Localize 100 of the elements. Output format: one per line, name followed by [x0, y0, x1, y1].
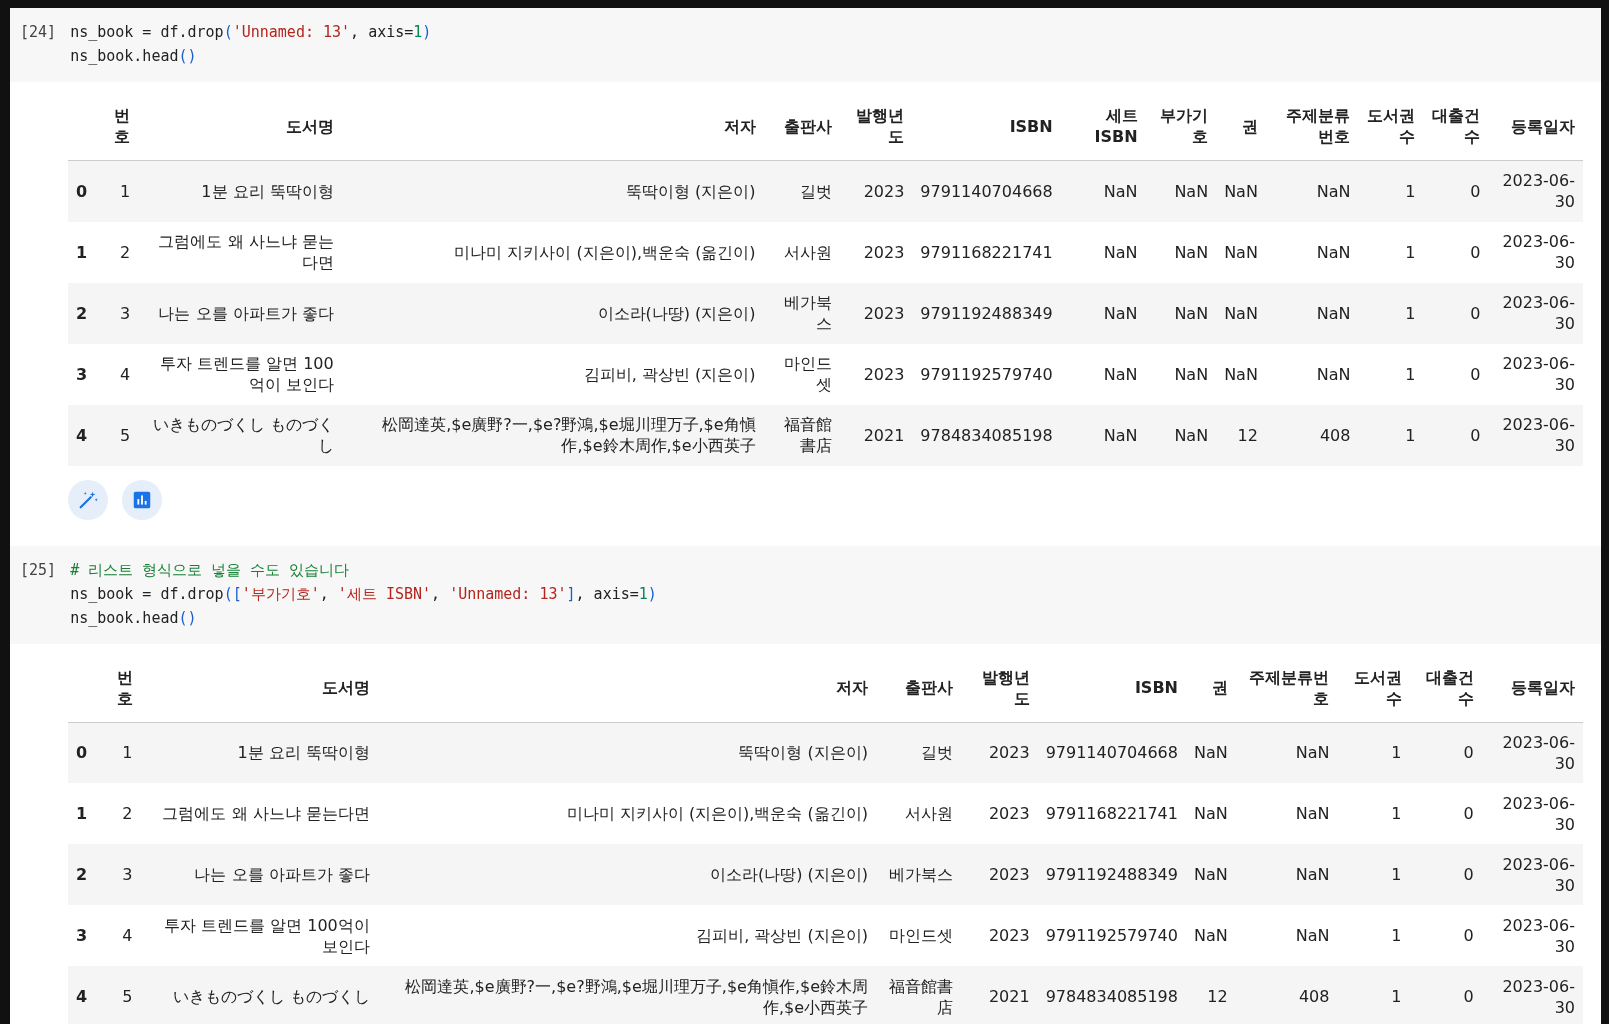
table-cell: 1: [95, 722, 141, 783]
column-header: 도서권수: [1337, 653, 1410, 722]
table-cell: 2023: [839, 160, 913, 222]
table-cell: 2023-06-30: [1488, 282, 1583, 344]
table-cell: 9791192579740: [912, 343, 1061, 405]
table-cell: 나는 오를 아파트가 좋다: [138, 282, 342, 344]
code-line: ns_book = df.drop('Unnamed: 13', axis=1): [70, 22, 432, 43]
column-header: 등록일자: [1481, 653, 1583, 722]
execution-count: [25]: [20, 559, 57, 581]
column-header: 부가기호: [1145, 92, 1217, 161]
table-cell: 0: [1409, 844, 1482, 905]
table-cell: 1: [1358, 282, 1424, 344]
row-index: 3: [68, 905, 96, 966]
table-cell: 4: [95, 905, 141, 966]
table-cell: 투자 트렌드를 알면 100억이 보인다: [140, 905, 378, 966]
code-cell[interactable]: [25] # 리스트 형식으로 넣을 수도 있습니다 ns_book = df.drop(['부가기호', '세트 ISBN', 'Unnamed: 13'], axis=1) ns_book.head(): [10, 545, 1601, 644]
table-cell: 12: [1185, 966, 1236, 1024]
table-cell: NaN: [1060, 343, 1146, 405]
table-cell: 12: [1216, 404, 1266, 466]
table-cell: 마인드셋: [763, 343, 840, 405]
table-cell: 9791168221741: [1037, 783, 1186, 844]
magic-wand-button[interactable]: [68, 479, 108, 520]
table-cell: 9784834085198: [1037, 966, 1186, 1024]
column-header: 도서명: [140, 653, 378, 722]
column-header: 출판사: [876, 653, 962, 722]
table-cell: 2023: [961, 844, 1038, 905]
execution-count: [24]: [20, 22, 57, 43]
table-cell: 서사원: [876, 783, 962, 844]
table-cell: 1: [1337, 844, 1410, 905]
table-cell: 뚝딱이형 (지은이): [377, 722, 876, 783]
table-cell: 0: [1423, 343, 1489, 405]
table-cell: 1: [1358, 221, 1424, 283]
table-cell: NaN: [1235, 722, 1338, 783]
table-cell: NaN: [1216, 343, 1266, 405]
table-cell: 1: [1337, 722, 1410, 783]
column-header: 저자: [341, 92, 764, 161]
column-header: 발행년도: [961, 653, 1038, 722]
table-cell: いきものづくし ものづくし: [140, 966, 378, 1024]
table-cell: 베가북스: [763, 282, 840, 344]
table-cell: NaN: [1235, 844, 1338, 905]
table-cell: 9791140704668: [1037, 722, 1186, 783]
table-cell: 福音館書店: [763, 404, 840, 466]
table-cell: 2021: [839, 404, 913, 466]
column-header: 저자: [377, 653, 876, 722]
table-cell: 1: [95, 160, 139, 222]
table-cell: 2: [95, 221, 139, 283]
table-cell: 미나미 지키사이 (지은이),백운숙 (옮긴이): [341, 221, 764, 283]
column-header: 번호: [95, 653, 141, 722]
table-cell: 1: [1337, 783, 1410, 844]
table-cell: 2023-06-30: [1481, 783, 1583, 844]
table-cell: NaN: [1216, 282, 1266, 344]
table-cell: NaN: [1216, 160, 1266, 222]
column-header: 도서권수: [1358, 92, 1424, 161]
table-cell: 2023-06-30: [1481, 966, 1583, 1024]
table-cell: 1분 요리 뚝딱이형: [140, 722, 378, 783]
column-header: 발행년도: [839, 92, 913, 161]
row-index: 2: [68, 844, 96, 905]
table-cell: 0: [1409, 966, 1482, 1024]
table-cell: 9791140704668: [912, 160, 1061, 222]
column-header: 주제분류번호: [1235, 653, 1338, 722]
table-cell: 2023-06-30: [1488, 343, 1583, 405]
table-cell: 1분 요리 뚝딱이형: [138, 160, 342, 222]
table-cell: 9791168221741: [912, 221, 1061, 283]
row-index: 0: [68, 160, 96, 222]
column-header: 대출건수: [1423, 92, 1489, 161]
table-cell: 이소라(나땅) (지은이): [341, 282, 764, 344]
row-index: 2: [68, 282, 96, 344]
table-cell: 2023-06-30: [1488, 160, 1583, 222]
table-cell: 그럼에도 왜 사느냐 묻는다면: [140, 783, 378, 844]
table-cell: NaN: [1216, 221, 1266, 283]
table-cell: NaN: [1060, 221, 1146, 283]
row-index: 4: [68, 404, 96, 466]
column-header: 도서명: [138, 92, 342, 161]
table-cell: 4: [95, 343, 139, 405]
row-index: 1: [68, 221, 96, 283]
code-line: ns_book = df.drop(['부가기호', '세트 ISBN', 'Unnamed: 13'], axis=1): [70, 583, 657, 605]
chart-button[interactable]: [122, 479, 162, 520]
row-index: 3: [68, 343, 96, 405]
table-cell: 마인드셋: [876, 905, 962, 966]
table-cell: NaN: [1060, 404, 1146, 466]
code-cell[interactable]: [24] ns_book = df.drop('Unnamed: 13', axis=1) ns_book.head(): [10, 8, 1601, 82]
table-cell: 0: [1423, 221, 1489, 283]
table-cell: NaN: [1265, 160, 1359, 222]
table-cell: 1: [1337, 966, 1410, 1024]
column-header: ISBN: [1037, 653, 1186, 722]
table-cell: 松岡達英,$e廣野?一,$e?野鴻,$e堀川理万子,$e角愼作,$e鈴木周作,$e小西英子: [341, 404, 764, 466]
table-cell: いきものづくし ものづくし: [138, 404, 342, 466]
table-cell: 2023-06-30: [1488, 404, 1583, 466]
table-cell: 2021: [961, 966, 1038, 1024]
table-cell: NaN: [1145, 221, 1217, 283]
table-cell: 0: [1423, 404, 1489, 466]
table-cell: 길벗: [876, 722, 962, 783]
table-cell: 松岡達英,$e廣野?一,$e?野鴻,$e堀川理万子,$e角愼作,$e鈴木周作,$e小西英子: [377, 966, 876, 1024]
table-cell: 2023: [961, 905, 1038, 966]
row-index: 4: [68, 966, 96, 1024]
table-cell: 미나미 지키사이 (지은이),백운숙 (옮긴이): [377, 783, 876, 844]
table-cell: 3: [95, 282, 139, 344]
table-cell: 뚝딱이형 (지은이): [341, 160, 764, 222]
table-cell: 2: [95, 783, 141, 844]
table-cell: NaN: [1185, 905, 1236, 966]
